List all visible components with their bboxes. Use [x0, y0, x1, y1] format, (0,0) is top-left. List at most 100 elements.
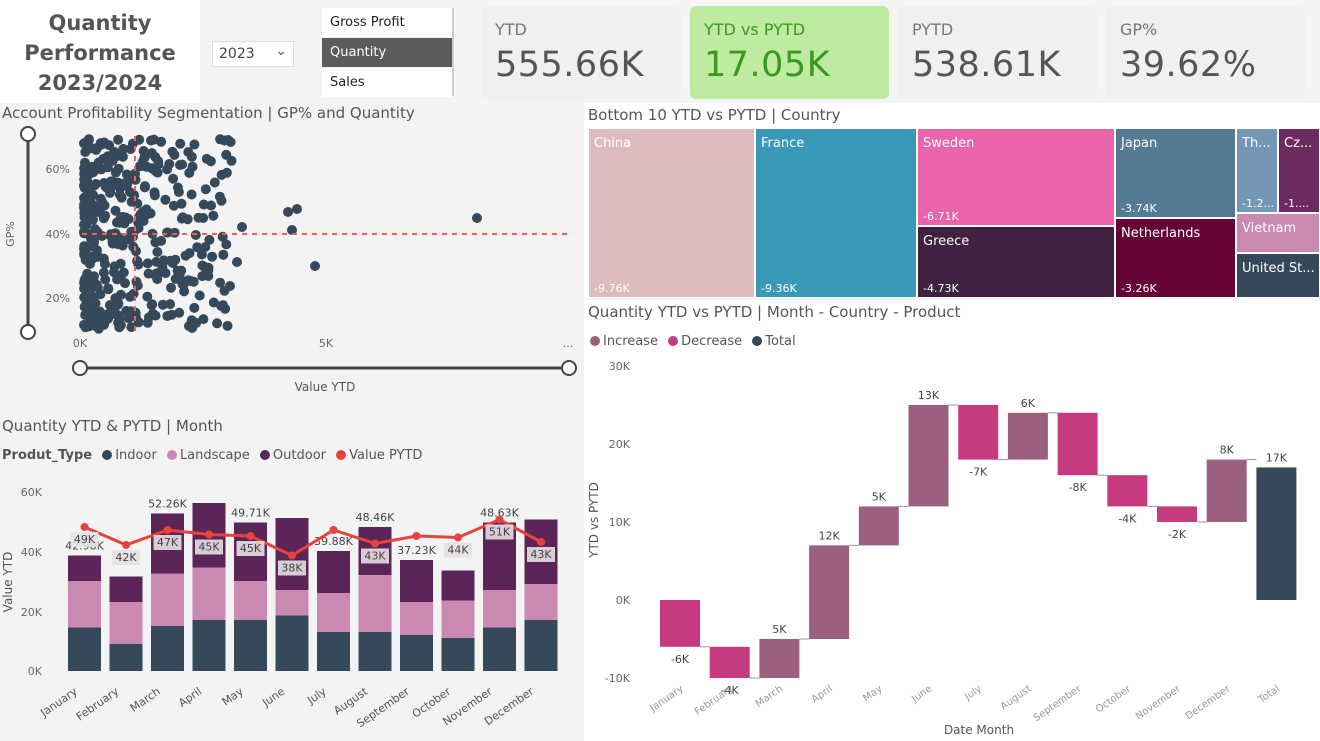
- waterfall-chart: 30K 20K 10K 0K -10K YTD vs PYTD Date Mon…: [587, 360, 1297, 737]
- waterfall-bar: [1256, 467, 1297, 600]
- scatter-point: [184, 167, 195, 178]
- treemap-tile[interactable]: Sweden -6.71K: [917, 128, 1115, 226]
- scatter-point: [196, 249, 207, 260]
- x-range-slider-handle-right[interactable]: [561, 360, 577, 376]
- treemap-tile-label: Th...: [1242, 136, 1271, 151]
- scatter-point: [148, 134, 159, 145]
- waterfall-bar: [1107, 475, 1148, 507]
- scatter-point: [170, 254, 181, 265]
- x-tick-label: May: [220, 685, 246, 709]
- treemap-tile-value: -9.76K: [594, 282, 630, 295]
- x-tick-label: June: [259, 685, 287, 710]
- scatter-point: [151, 271, 161, 282]
- pytd-point: [163, 526, 172, 534]
- kpi-card-gp-percent: GP% 39.62%: [1106, 6, 1305, 99]
- treemap-tile-label: Sweden: [923, 136, 975, 151]
- scatter-point: [216, 301, 227, 311]
- segment-divider: [452, 8, 454, 96]
- scatter-point: [208, 210, 219, 221]
- bar-segment: [234, 620, 267, 671]
- scatter-point: [203, 271, 214, 281]
- y-tick-label: 60K: [21, 486, 43, 499]
- treemap-tile-value: -4.73K: [923, 282, 959, 295]
- scatter-point: [142, 209, 152, 220]
- treemap-tile[interactable]: Vietnam: [1236, 213, 1320, 253]
- scatter-point: [152, 247, 163, 257]
- treemap-tile[interactable]: Netherlands -3.26K: [1115, 218, 1236, 298]
- scatter-point: [194, 290, 205, 301]
- year-slicer[interactable]: 2023 ⌄: [212, 41, 294, 67]
- pytd-point: [246, 532, 255, 540]
- treemap-tile-value: -1.2...: [1242, 197, 1274, 210]
- treemap-tile[interactable]: France -9.36K: [755, 128, 917, 298]
- y-tick-label: 20K: [21, 606, 43, 619]
- bar-segment: [68, 555, 101, 581]
- scatter-point: [82, 276, 93, 287]
- scatter-point: [117, 211, 128, 222]
- scatter-point: [207, 251, 218, 262]
- scatter-y-axis-label: GP%: [4, 221, 17, 247]
- scatter-point: [101, 182, 112, 193]
- pytd-label: 49K: [74, 533, 96, 546]
- treemap-tile-label: Greece: [923, 234, 970, 249]
- scatter-point: [162, 311, 173, 321]
- bar-segment: [483, 590, 516, 628]
- bar-segment: [192, 567, 226, 620]
- segment-gross-profit[interactable]: Gross Profit: [322, 8, 452, 37]
- waterfall-bar: [759, 639, 800, 678]
- treemap-tile[interactable]: Japan -3.74K: [1115, 128, 1236, 218]
- treemap-tile[interactable]: United St...: [1236, 253, 1320, 298]
- scatter-point: [157, 262, 168, 272]
- scatter-point: [128, 288, 139, 299]
- y-tick-label: 30K: [609, 360, 631, 373]
- scatter-point: [115, 271, 126, 282]
- pytd-point: [288, 551, 296, 560]
- waterfall-data-label: 6K: [1021, 397, 1036, 410]
- treemap-tile[interactable]: Cz... -1....: [1278, 128, 1320, 213]
- bar-segment: [109, 602, 143, 644]
- scatter-point: [237, 222, 247, 232]
- segment-sales[interactable]: Sales: [322, 68, 452, 97]
- x-tick-label: June: [909, 683, 934, 705]
- bar-segment: [441, 570, 475, 601]
- treemap-tile[interactable]: Greece -4.73K: [917, 226, 1115, 298]
- scatter-point: [166, 282, 176, 293]
- x-tick-label: April: [810, 683, 835, 705]
- y-range-slider-handle-bottom[interactable]: [20, 324, 36, 340]
- waterfall-bar: [709, 646, 750, 678]
- waterfall-data-label: -7K: [969, 466, 988, 479]
- scatter-point: [103, 283, 114, 294]
- bar-total-label: 37.23K: [397, 544, 436, 557]
- segment-quantity[interactable]: Quantity: [322, 38, 452, 67]
- scatter-point: [95, 193, 106, 204]
- year-slicer-value: 2023: [219, 46, 255, 62]
- scatter-point: [225, 137, 236, 147]
- bar-total-label: 52.26K: [148, 498, 187, 511]
- treemap-tile[interactable]: Th... -1.2...: [1236, 128, 1278, 213]
- pytd-point: [495, 515, 504, 524]
- title-line-3: 2023/2024: [37, 71, 163, 95]
- bar-segment: [524, 584, 558, 620]
- scatter-point: [90, 298, 101, 309]
- scatter-point: [132, 255, 143, 266]
- scatter-point: [89, 162, 100, 173]
- pytd-label: 47K: [157, 536, 179, 549]
- treemap-tile-value: -3.26K: [1121, 282, 1157, 295]
- scatter-point: [113, 134, 124, 145]
- scatter-point: [121, 169, 132, 180]
- y-range-slider-handle-top[interactable]: [20, 126, 36, 142]
- title-line-2: Performance: [24, 41, 176, 65]
- scatter-panel: Account Profitability Segmentation | GP%…: [0, 103, 578, 405]
- scatter-point: [88, 230, 99, 241]
- treemap-tile-label: Vietnam: [1242, 221, 1297, 236]
- x-range-slider-handle-left[interactable]: [72, 360, 88, 376]
- waterfall-data-label: 17K: [1266, 451, 1288, 464]
- pytd-point: [122, 541, 130, 549]
- scatter-point: [225, 281, 235, 291]
- scatter-point: [85, 197, 96, 207]
- scatter-point: [142, 291, 153, 302]
- scatter-point: [472, 213, 482, 223]
- scatter-point: [178, 279, 189, 290]
- treemap-tile[interactable]: China -9.76K: [588, 128, 755, 298]
- pytd-label: 44K: [447, 544, 469, 557]
